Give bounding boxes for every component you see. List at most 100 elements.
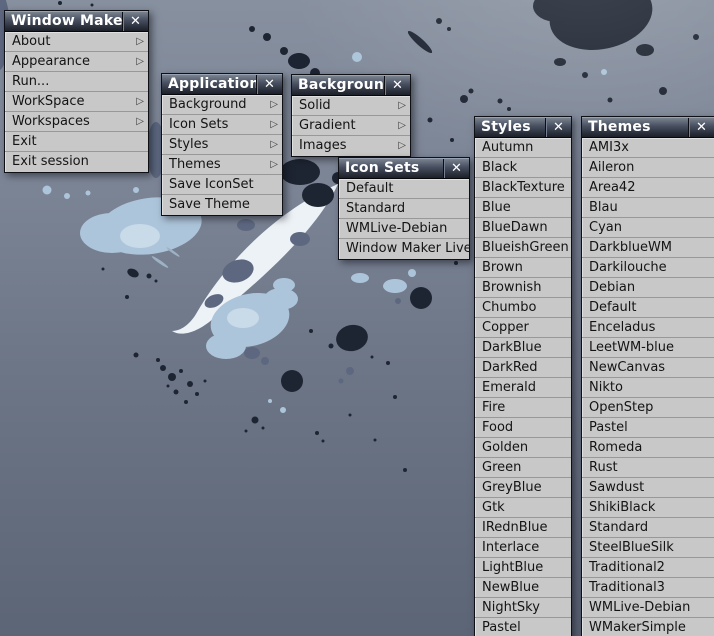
menu-item-label: Darkilouche (589, 260, 667, 275)
menu-item-blue[interactable]: Blue (475, 198, 571, 218)
menu-item-bluedawn[interactable]: BlueDawn (475, 218, 571, 238)
submenu-arrow-icon: ▷ (270, 115, 278, 135)
menu-item-steelbluesilk[interactable]: SteelBlueSilk (582, 538, 714, 558)
menu-item-workspace[interactable]: WorkSpace▷ (5, 92, 148, 112)
menu-item-black[interactable]: Black (475, 158, 571, 178)
menu-item-label: Traditional2 (589, 560, 665, 575)
menu-item-blau[interactable]: Blau (582, 198, 714, 218)
menu-item-irednblue[interactable]: IRednBlue (475, 518, 571, 538)
menu-item-darkilouche[interactable]: Darkilouche (582, 258, 714, 278)
menu-item-chumbo[interactable]: Chumbo (475, 298, 571, 318)
menu-item-rust[interactable]: Rust (582, 458, 714, 478)
menu-item-traditional3[interactable]: Traditional3 (582, 578, 714, 598)
menu-item-save-theme[interactable]: Save Theme (162, 195, 282, 215)
menu-item-images[interactable]: Images▷ (292, 136, 410, 156)
menu-item-default-iconset[interactable]: Default (339, 179, 469, 199)
menu-item-newblue[interactable]: NewBlue (475, 578, 571, 598)
menu-item-romeda[interactable]: Romeda (582, 438, 714, 458)
menu-item-enceladus[interactable]: Enceladus (582, 318, 714, 338)
menu-item-standard-iconset[interactable]: Standard (339, 199, 469, 219)
themes-titlebar[interactable]: Themes ✕ (582, 117, 714, 138)
menu-item-appearance[interactable]: Appearance▷ (5, 52, 148, 72)
menu-item-emerald[interactable]: Emerald (475, 378, 571, 398)
menu-item-save-iconset[interactable]: Save IconSet (162, 175, 282, 195)
menu-item-exit-session[interactable]: Exit session (5, 152, 148, 172)
close-button[interactable]: ✕ (384, 76, 410, 95)
menu-item-area42[interactable]: Area42 (582, 178, 714, 198)
menu-item-leetwm-blue[interactable]: LeetWM-blue (582, 338, 714, 358)
menu-item-nightsky[interactable]: NightSky (475, 598, 571, 618)
menu-item-brownish[interactable]: Brownish (475, 278, 571, 298)
close-button[interactable]: ✕ (256, 75, 282, 94)
menu-item-nikto[interactable]: Nikto (582, 378, 714, 398)
menu-item-greyblue[interactable]: GreyBlue (475, 478, 571, 498)
menu-item-sawdust[interactable]: Sawdust (582, 478, 714, 498)
menu-item-copper[interactable]: Copper (475, 318, 571, 338)
styles-titlebar[interactable]: Styles ✕ (475, 117, 571, 138)
menu-item-traditional2[interactable]: Traditional2 (582, 558, 714, 578)
menu-item-label: Rust (589, 460, 618, 475)
close-button[interactable]: ✕ (443, 159, 469, 178)
menu-item-green[interactable]: Green (475, 458, 571, 478)
menu-item-about[interactable]: About▷ (5, 32, 148, 52)
menu-item-exit[interactable]: Exit (5, 132, 148, 152)
menu-item-lightblue[interactable]: LightBlue (475, 558, 571, 578)
submenu-arrow-icon: ▷ (398, 116, 406, 136)
menu-item-window-maker-live-iconset[interactable]: Window Maker Live (339, 239, 469, 259)
menu-item-openstep[interactable]: OpenStep (582, 398, 714, 418)
close-button[interactable]: ✕ (688, 118, 714, 137)
menu-item-label: NightSky (482, 600, 540, 615)
menu-item-ami3x[interactable]: AMI3x (582, 138, 714, 158)
menu-item-label: LeetWM-blue (589, 340, 674, 355)
menu-item-pastel-theme[interactable]: Pastel (582, 418, 714, 438)
menu-item-aileron[interactable]: Aileron (582, 158, 714, 178)
menu-item-themes[interactable]: Themes▷ (162, 155, 282, 175)
menu-item-icon-sets[interactable]: Icon Sets▷ (162, 115, 282, 135)
menu-item-standard-theme[interactable]: Standard (582, 518, 714, 538)
menu-item-darkred[interactable]: DarkRed (475, 358, 571, 378)
menu-item-label: DarkBlue (482, 340, 542, 355)
menu-item-food[interactable]: Food (475, 418, 571, 438)
menu-item-run[interactable]: Run... (5, 72, 148, 92)
menu-item-default-theme[interactable]: Default (582, 298, 714, 318)
menu-item-label: WorkSpace (12, 94, 85, 109)
menu-item-styles[interactable]: Styles ▷ (162, 135, 282, 155)
menu-items: Background▷ Icon Sets▷ Styles▷ Themes▷ S… (162, 95, 282, 215)
menu-item-gtk[interactable]: Gtk (475, 498, 571, 518)
submenu-arrow-icon: ▷ (270, 135, 278, 155)
menu-item-workspaces[interactable]: Workspaces▷ (5, 112, 148, 132)
close-button[interactable]: ✕ (122, 12, 148, 31)
menu-item-label: Golden (482, 440, 528, 455)
menu-item-autumn[interactable]: Autumn (475, 138, 571, 158)
menu-item-interlace[interactable]: Interlace (475, 538, 571, 558)
icon-sets-titlebar[interactable]: Icon Sets ✕ (339, 158, 469, 179)
menu-item-label: Background (169, 97, 247, 112)
menu-item-fire[interactable]: Fire (475, 398, 571, 418)
menu-item-debian[interactable]: Debian (582, 278, 714, 298)
menu-item-newcanvas[interactable]: NewCanvas (582, 358, 714, 378)
menu-item-label: DarkRed (482, 360, 538, 375)
menu-item-cyan[interactable]: Cyan (582, 218, 714, 238)
menu-item-wmakersimple[interactable]: WMakerSimple (582, 618, 714, 636)
styles-menu: Styles ✕ Autumn Black BlackTexture Blue … (474, 116, 572, 636)
menu-item-wmlive-debian-theme[interactable]: WMLive-Debian (582, 598, 714, 618)
background-titlebar[interactable]: Background ✕ (292, 75, 410, 96)
menu-item-shikiblack[interactable]: ShikiBlack (582, 498, 714, 518)
menu-item-label: Pastel (589, 420, 628, 435)
menu-item-golden[interactable]: Golden (475, 438, 571, 458)
window-maker-titlebar[interactable]: Window Maker ✕ (5, 11, 148, 32)
close-button[interactable]: ✕ (545, 118, 571, 137)
menu-item-pastel-style[interactable]: Pastel (475, 618, 571, 636)
menu-item-gradient[interactable]: Gradient▷ (292, 116, 410, 136)
applications-titlebar[interactable]: Applications ✕ (162, 74, 282, 95)
menu-item-brown[interactable]: Brown (475, 258, 571, 278)
menu-item-blacktexture[interactable]: BlackTexture (475, 178, 571, 198)
menu-item-darkbluewm[interactable]: DarkblueWM (582, 238, 714, 258)
menu-item-blueishgreen[interactable]: BlueishGreen (475, 238, 571, 258)
menu-item-wmlive-debian-iconset[interactable]: WMLive-Debian (339, 219, 469, 239)
menu-item-darkblue[interactable]: DarkBlue (475, 338, 571, 358)
menu-item-background[interactable]: Background▷ (162, 95, 282, 115)
menu-item-solid[interactable]: Solid▷ (292, 96, 410, 116)
menu-item-label: Styles (169, 137, 208, 152)
menu-title: Window Maker (5, 12, 122, 31)
